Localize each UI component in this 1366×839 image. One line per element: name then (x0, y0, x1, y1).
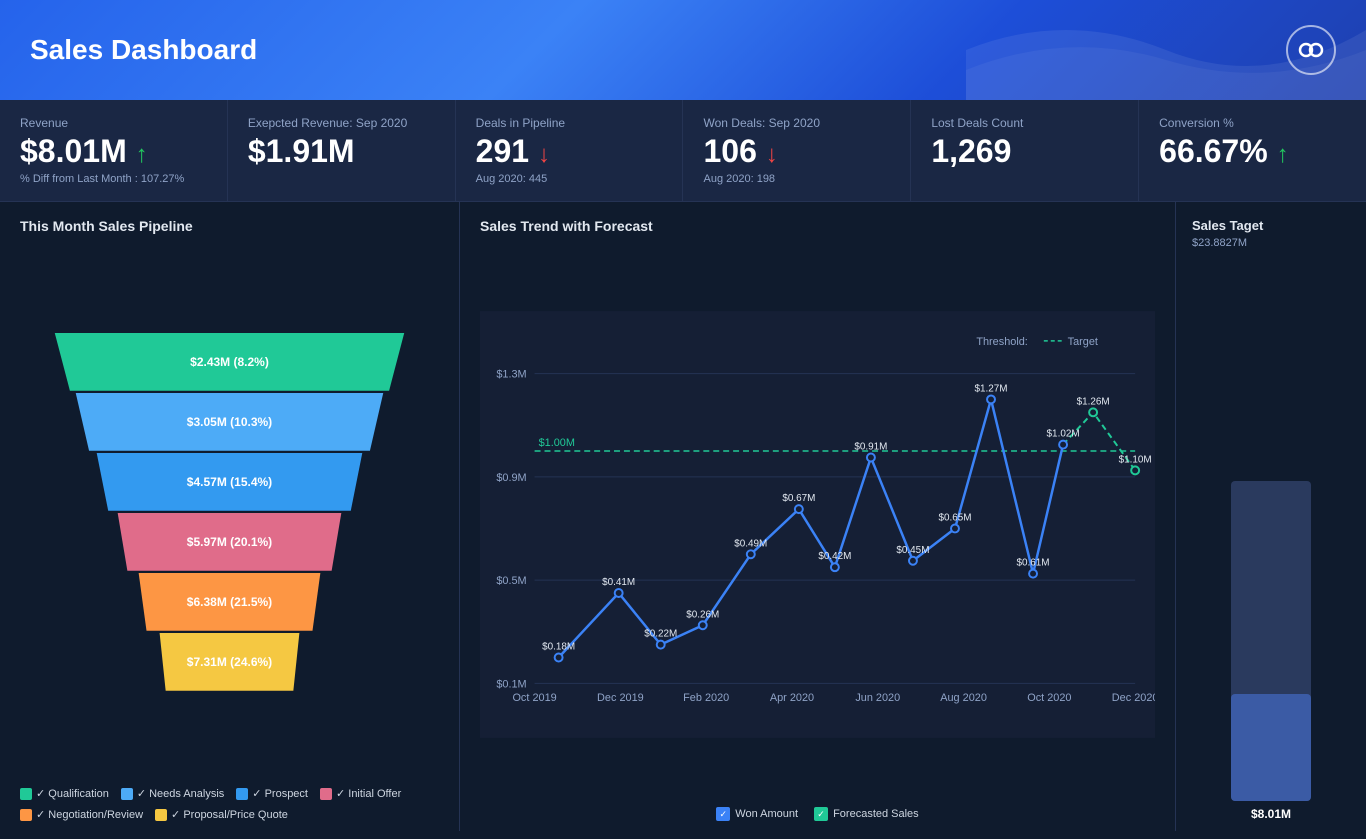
svg-text:$1.3M: $1.3M (496, 369, 526, 381)
svg-text:$0.67M: $0.67M (782, 493, 815, 504)
legend-label: ✓ Initial Offer (336, 787, 401, 800)
funnel-bar-2: $4.57M (15.4%) (85, 453, 374, 511)
funnel-bar-4: $6.38M (21.5%) (131, 573, 329, 631)
svg-text:$0.49M: $0.49M (734, 539, 767, 550)
kpi-value: 66.67% ↑ (1159, 134, 1346, 169)
svg-text:$0.42M: $0.42M (818, 551, 851, 562)
svg-text:Target: Target (1068, 336, 1098, 348)
funnel-legend-item: ✓ Negotiation/Review (20, 808, 143, 821)
funnel-legend-item: ✓ Prospect (236, 787, 308, 800)
kpi-card-conversion: Conversion % 66.67% ↑ (1139, 100, 1366, 201)
legend-check-icon: ✓ (814, 807, 828, 821)
svg-text:$1.26M: $1.26M (1077, 397, 1110, 408)
legend-check-icon: ✓ (716, 807, 730, 821)
svg-text:Apr 2020: Apr 2020 (770, 692, 814, 704)
target-bar-inner (1231, 694, 1311, 802)
header: Sales Dashboard (0, 0, 1366, 100)
kpi-card-revenue: Revenue $8.01M ↑ % Diff from Last Month … (0, 100, 228, 201)
svg-text:$0.9M: $0.9M (496, 472, 526, 484)
legend-label: ✓ Needs Analysis (137, 787, 224, 800)
funnel-legend-item: ✓ Proposal/Price Quote (155, 808, 288, 821)
legend-label: ✓ Proposal/Price Quote (171, 808, 288, 821)
kpi-label: Conversion % (1159, 116, 1346, 130)
funnel-legend-item: ✓ Initial Offer (320, 787, 401, 800)
target-amount: $23.8827M (1192, 237, 1247, 249)
svg-text:$1.10M: $1.10M (1119, 455, 1152, 466)
target-bar-value: $8.01M (1251, 807, 1291, 821)
kpi-value: $1.91M (248, 134, 435, 169)
kpi-label: Lost Deals Count (931, 116, 1118, 130)
kpi-sub: Aug 2020: 445 (476, 173, 663, 185)
svg-text:Jun 2020: Jun 2020 (855, 692, 900, 704)
kpi-card-expected-revenue: Exepcted Revenue: Sep 2020 $1.91M (228, 100, 456, 201)
main-content: This Month Sales Pipeline $2.43M (8.2%)$… (0, 202, 1366, 831)
funnel-legend: ✓ Qualification ✓ Needs Analysis ✓ Prosp… (20, 787, 439, 821)
kpi-sub: Aug 2020: 198 (703, 173, 890, 185)
svg-text:$0.22M: $0.22M (644, 629, 677, 640)
svg-text:$0.26M: $0.26M (686, 610, 719, 621)
kpi-label: Won Deals: Sep 2020 (703, 116, 890, 130)
kpi-card-lost-deals: Lost Deals Count 1,269 (911, 100, 1139, 201)
svg-text:Oct 2020: Oct 2020 (1027, 692, 1071, 704)
svg-text:$0.45M: $0.45M (896, 545, 929, 556)
target-bar-wrap: $8.01M (1192, 261, 1350, 821)
trend-title: Sales Trend with Forecast (480, 218, 1155, 234)
legend-label: ✓ Negotiation/Review (36, 808, 143, 821)
svg-text:$0.61M: $0.61M (1017, 558, 1050, 569)
kpi-value: 106 ↓ (703, 134, 890, 169)
svg-text:$1.00M: $1.00M (539, 437, 575, 449)
svg-text:$0.1M: $0.1M (496, 678, 526, 690)
kpi-value: 291 ↓ (476, 134, 663, 169)
funnel-bar-1: $3.05M (10.3%) (62, 393, 396, 451)
kpi-card-deals-pipeline: Deals in Pipeline 291 ↓ Aug 2020: 445 (456, 100, 684, 201)
svg-text:Dec 2019: Dec 2019 (597, 692, 644, 704)
target-panel: Sales Taget $23.8827M $8.01M (1176, 202, 1366, 831)
kpi-card-won-deals: Won Deals: Sep 2020 106 ↓ Aug 2020: 198 (683, 100, 911, 201)
svg-text:$0.18M: $0.18M (542, 642, 575, 653)
funnel-chart: $2.43M (8.2%)$3.05M (10.3%)$4.57M (15.4%… (20, 246, 439, 777)
trend-legend-label: Forecasted Sales (833, 808, 919, 820)
kpi-value: $8.01M ↑ (20, 134, 207, 169)
funnel-title: This Month Sales Pipeline (20, 218, 439, 234)
svg-text:Aug 2020: Aug 2020 (940, 692, 987, 704)
funnel-panel: This Month Sales Pipeline $2.43M (8.2%)$… (0, 202, 460, 831)
legend-label: ✓ Qualification (36, 787, 109, 800)
kpi-label: Revenue (20, 116, 207, 130)
trend-legend-label: Won Amount (735, 808, 798, 820)
page-title: Sales Dashboard (30, 34, 257, 66)
kpi-sub: % Diff from Last Month : 107.27% (20, 173, 207, 185)
funnel-bar-0: $2.43M (8.2%) (40, 333, 420, 391)
funnel-legend-item: ✓ Qualification (20, 787, 109, 800)
svg-text:$1.02M: $1.02M (1047, 429, 1080, 440)
svg-text:$0.41M: $0.41M (602, 577, 635, 588)
trend-chart: $1.3M $0.9M $0.5M $0.1M $1.00M Threshold: Targ… (480, 246, 1155, 803)
svg-text:$1.27M: $1.27M (974, 384, 1007, 395)
svg-text:Oct 2019: Oct 2019 (512, 692, 556, 704)
kpi-value: 1,269 (931, 134, 1118, 169)
trend-legend: ✓ Won Amount ✓ Forecasted Sales (480, 807, 1155, 821)
legend-label: ✓ Prospect (252, 787, 308, 800)
svg-text:Feb 2020: Feb 2020 (683, 692, 729, 704)
funnel-legend-item: ✓ Needs Analysis (121, 787, 224, 800)
trend-panel: Sales Trend with Forecast $1.3M $0.9M $0.5… (460, 202, 1176, 831)
svg-text:$0.65M: $0.65M (938, 513, 971, 524)
svg-text:$0.91M: $0.91M (854, 442, 887, 453)
svg-text:Dec 2020: Dec 2020 (1112, 692, 1155, 704)
trend-legend-item: ✓ Won Amount (716, 807, 798, 821)
kpi-row: Revenue $8.01M ↑ % Diff from Last Month … (0, 100, 1366, 202)
svg-text:Threshold:: Threshold: (976, 336, 1028, 348)
svg-text:$0.5M: $0.5M (496, 575, 526, 587)
kpi-label: Deals in Pipeline (476, 116, 663, 130)
target-title: Sales Taget (1192, 218, 1263, 233)
target-bar-outer (1231, 481, 1311, 801)
funnel-bar-3: $5.97M (20.1%) (108, 513, 351, 571)
app-logo (1286, 25, 1336, 75)
kpi-label: Exepcted Revenue: Sep 2020 (248, 116, 435, 130)
trend-legend-item: ✓ Forecasted Sales (814, 807, 919, 821)
funnel-bar-5: $7.31M (24.6%) (154, 633, 306, 691)
